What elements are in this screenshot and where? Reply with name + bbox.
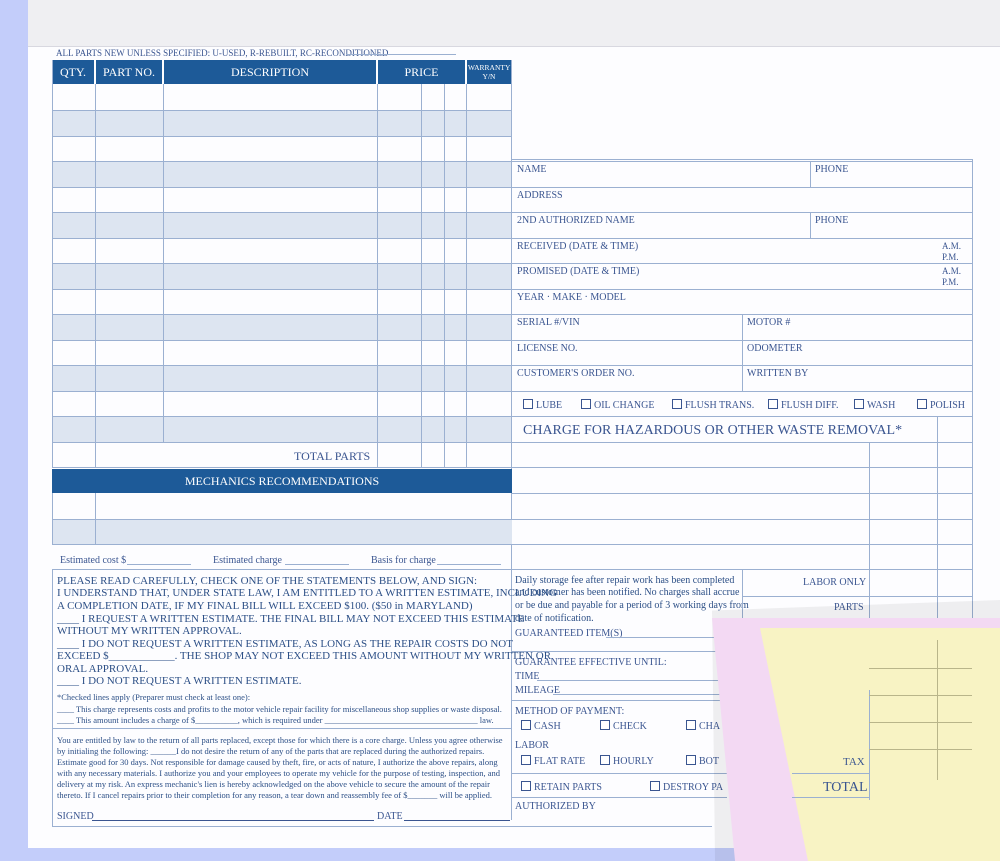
labor-label: LABOR: [515, 740, 549, 751]
mileage-label: MILEAGE: [515, 685, 560, 696]
mechanics-recommendations-header: MECHANICS RECOMMENDATIONS: [52, 469, 512, 493]
option-limit-amount[interactable]: ____ I DO NOT REQUEST A WRITTEN ESTIMATE…: [57, 638, 513, 651]
option-no-estimate[interactable]: ____ I DO NOT REQUEST A WRITTEN ESTIMATE…: [57, 675, 301, 688]
second-authorized-name-label: 2ND AUTHORIZED NAME: [517, 215, 635, 226]
phone-label: PHONE: [815, 164, 849, 175]
promised-pm: P.M.: [942, 277, 959, 287]
license-label: LICENSE NO.: [517, 343, 578, 354]
date-line[interactable]: [404, 820, 510, 821]
carbon-copy-edge: [0, 0, 28, 861]
promised-label: PROMISED (DATE & TIME): [517, 266, 640, 277]
payment-cash[interactable]: CASH: [521, 720, 561, 733]
guarantee-until-label: GUARANTEE EFFECTIVE UNTIL:: [515, 657, 667, 668]
labor-flat-rate[interactable]: FLAT RATE: [521, 755, 585, 768]
col-qty: QTY.: [52, 60, 94, 84]
phone2-label: PHONE: [815, 215, 849, 226]
promised-am: A.M.: [942, 266, 962, 276]
service-oil-change[interactable]: OIL CHANGE: [581, 399, 654, 412]
parts-legend-note: ALL PARTS NEW UNLESS SPECIFIED: U-USED, …: [56, 48, 389, 58]
total-parts-label: TOTAL PARTS: [294, 449, 371, 463]
binding-strip: [28, 0, 1000, 47]
time-label: TIME: [515, 671, 540, 682]
customer-order-label: CUSTOMER'S ORDER NO.: [517, 368, 635, 379]
total-label: TOTAL: [823, 780, 868, 795]
received-am: A.M.: [942, 241, 962, 251]
address-label: ADDRESS: [517, 190, 563, 201]
col-description: DESCRIPTION: [164, 60, 376, 84]
date-label: DATE: [377, 811, 403, 822]
payment-check[interactable]: CHECK: [600, 720, 647, 733]
estimated-cost-label: Estimated cost $: [60, 555, 127, 566]
service-polish[interactable]: POLISH: [917, 399, 965, 412]
serial-vin-label: SERIAL #/VIN: [517, 317, 580, 328]
tax-label: TAX: [843, 756, 865, 768]
destroy-parts-option[interactable]: DESTROY PA: [650, 781, 723, 794]
option-request-estimate[interactable]: ____ I REQUEST A WRITTEN ESTIMATE. THE F…: [57, 613, 524, 626]
labor-hourly[interactable]: HOURLY: [600, 755, 654, 768]
year-make-model-label: YEAR · MAKE · MODEL: [517, 292, 626, 303]
signature-line[interactable]: [92, 820, 374, 821]
service-wash[interactable]: WASH: [854, 399, 895, 412]
name-label: NAME: [517, 164, 547, 175]
estimated-charge-label: Estimated charge: [213, 555, 282, 566]
received-label: RECEIVED (DATE & TIME): [517, 241, 639, 252]
received-pm: P.M.: [942, 252, 959, 262]
basis-for-charge-label: Basis for charge: [371, 555, 436, 566]
written-by-label: WRITTEN BY: [747, 368, 809, 379]
charge-amount-line[interactable]: ____ This amount includes a charge of $_…: [57, 715, 494, 727]
col-warranty: WARRANTY Y/N: [467, 60, 511, 84]
col-price: PRICE: [378, 60, 465, 84]
odometer-label: ODOMETER: [747, 343, 803, 354]
method-of-payment-label: METHOD OF PAYMENT:: [515, 706, 625, 717]
retain-parts-option[interactable]: RETAIN PARTS: [521, 781, 602, 794]
authorized-by-label: AUTHORIZED BY: [515, 801, 596, 812]
hazardous-waste-charge-label: CHARGE FOR HAZARDOUS OR OTHER WASTE REMO…: [523, 423, 903, 438]
col-part-no: PART NO.: [96, 60, 162, 84]
service-flush-diff[interactable]: FLUSH DIFF.: [768, 399, 839, 412]
service-lube[interactable]: LUBE: [523, 399, 562, 412]
guaranteed-items-label: GUARANTEED ITEM(S): [515, 628, 623, 639]
motor-label: MOTOR #: [747, 317, 791, 328]
waste-disposal-line[interactable]: ____ This charge represents costs and pr…: [57, 704, 502, 716]
service-flush-trans[interactable]: FLUSH TRANS.: [672, 399, 754, 412]
labor-only-label: LABOR ONLY: [803, 577, 867, 588]
signed-label: SIGNED: [57, 811, 94, 822]
